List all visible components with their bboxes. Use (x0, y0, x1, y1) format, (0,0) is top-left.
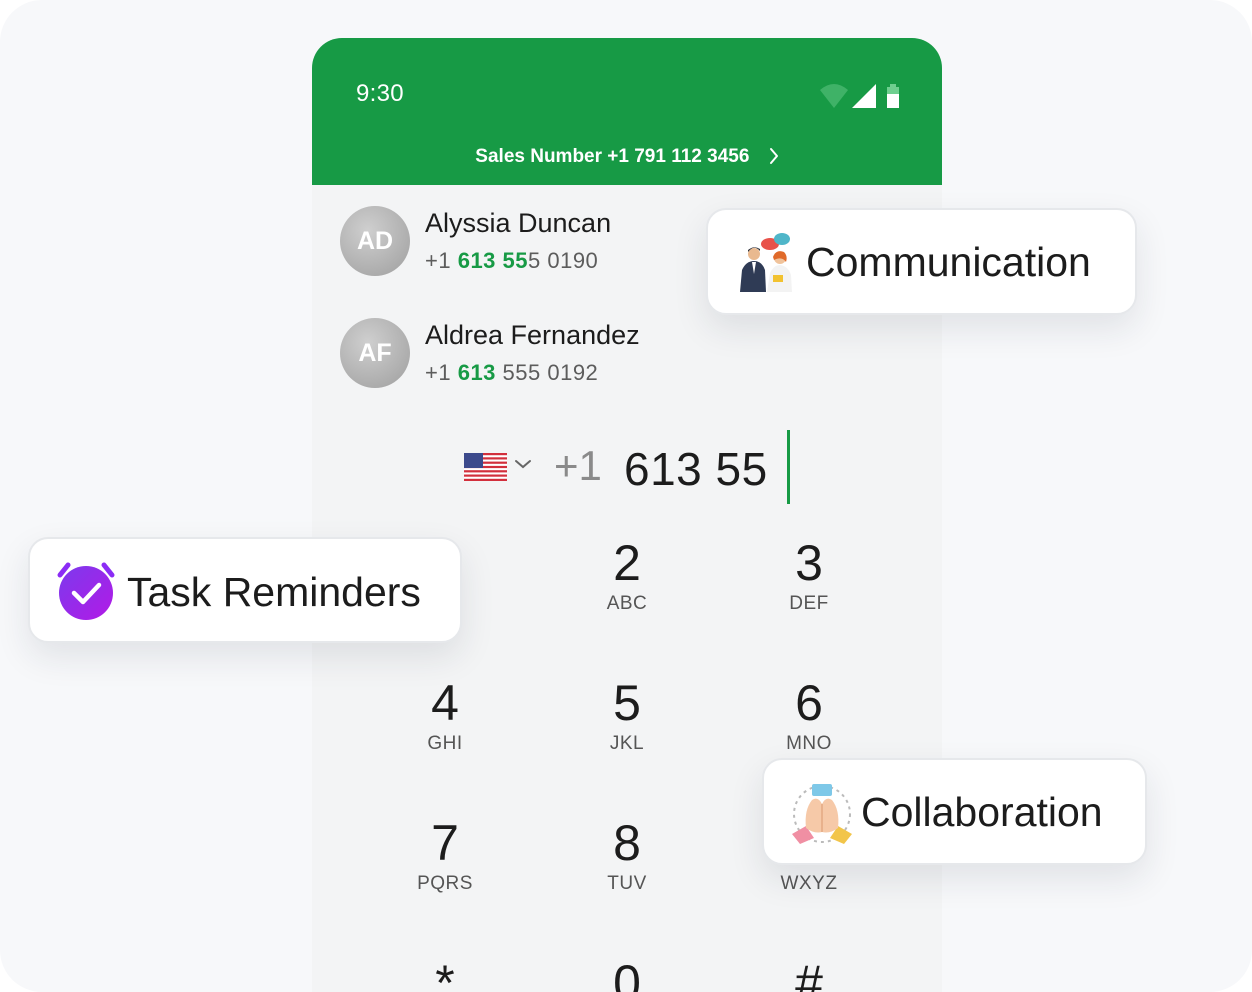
dial-key-3[interactable]: 3 DEF (749, 536, 869, 615)
avatar: AF (340, 318, 410, 388)
hands-together-icon (792, 784, 852, 844)
contact-name: Alyssia Duncan (425, 208, 612, 238)
alarm-check-icon (57, 562, 115, 620)
avatar: AD (340, 206, 410, 276)
number-match: 613 55 (457, 248, 528, 273)
sales-number-link[interactable]: Sales Number +1 791 112 3456 (312, 146, 942, 168)
dial-key-6[interactable]: 6 MNO (749, 676, 869, 755)
people-chat-icon (740, 233, 792, 292)
sales-number-label: Sales Number +1 791 112 3456 (475, 146, 750, 167)
task-reminders-badge: Task Reminders (28, 537, 462, 643)
dialed-number: 613 55 (624, 443, 768, 495)
dial-key-2[interactable]: 2 ABC (567, 536, 687, 615)
collaboration-label: Collaboration (861, 789, 1103, 835)
dial-key-7[interactable]: 7 PQRS (385, 816, 505, 895)
contact-number: +1 613 555 0192 (425, 360, 599, 385)
chevron-right-icon (769, 148, 778, 164)
dial-key-8[interactable]: 8 TUV (567, 816, 687, 895)
contact-name: Aldrea Fernandez (425, 320, 640, 350)
collaboration-badge: Collaboration (762, 758, 1147, 865)
contact-suggestion[interactable]: AF Aldrea Fernandez +1 613 555 0192 (340, 318, 860, 390)
dial-key-hash[interactable]: # (749, 956, 869, 992)
dial-key-star[interactable]: * (385, 956, 505, 992)
dial-key-0[interactable]: 0 (567, 956, 687, 992)
us-flag-icon[interactable] (464, 453, 507, 481)
communication-badge: Communication (706, 208, 1137, 315)
battery-icon (887, 84, 899, 108)
top-bar: 9:30 Sales Number +1 791 112 3456 (312, 38, 942, 185)
country-code: +1 (554, 442, 602, 489)
background-frame: 9:30 Sales Number +1 791 112 3456 AD Aly… (0, 0, 1252, 992)
task-reminders-label: Task Reminders (127, 569, 421, 615)
contact-number: +1 613 555 0190 (425, 248, 599, 273)
dial-key-4[interactable]: 4 GHI (385, 676, 505, 755)
number-match: 613 (457, 360, 496, 385)
communication-label: Communication (806, 239, 1091, 285)
wifi-icon (820, 84, 848, 108)
dial-input[interactable]: +1 613 55 (312, 430, 942, 504)
status-time: 9:30 (356, 80, 404, 107)
text-cursor (787, 430, 790, 504)
dial-key-5[interactable]: 5 JKL (567, 676, 687, 755)
status-icons (820, 84, 899, 108)
signal-icon (852, 84, 876, 108)
chevron-down-icon[interactable] (514, 458, 532, 470)
